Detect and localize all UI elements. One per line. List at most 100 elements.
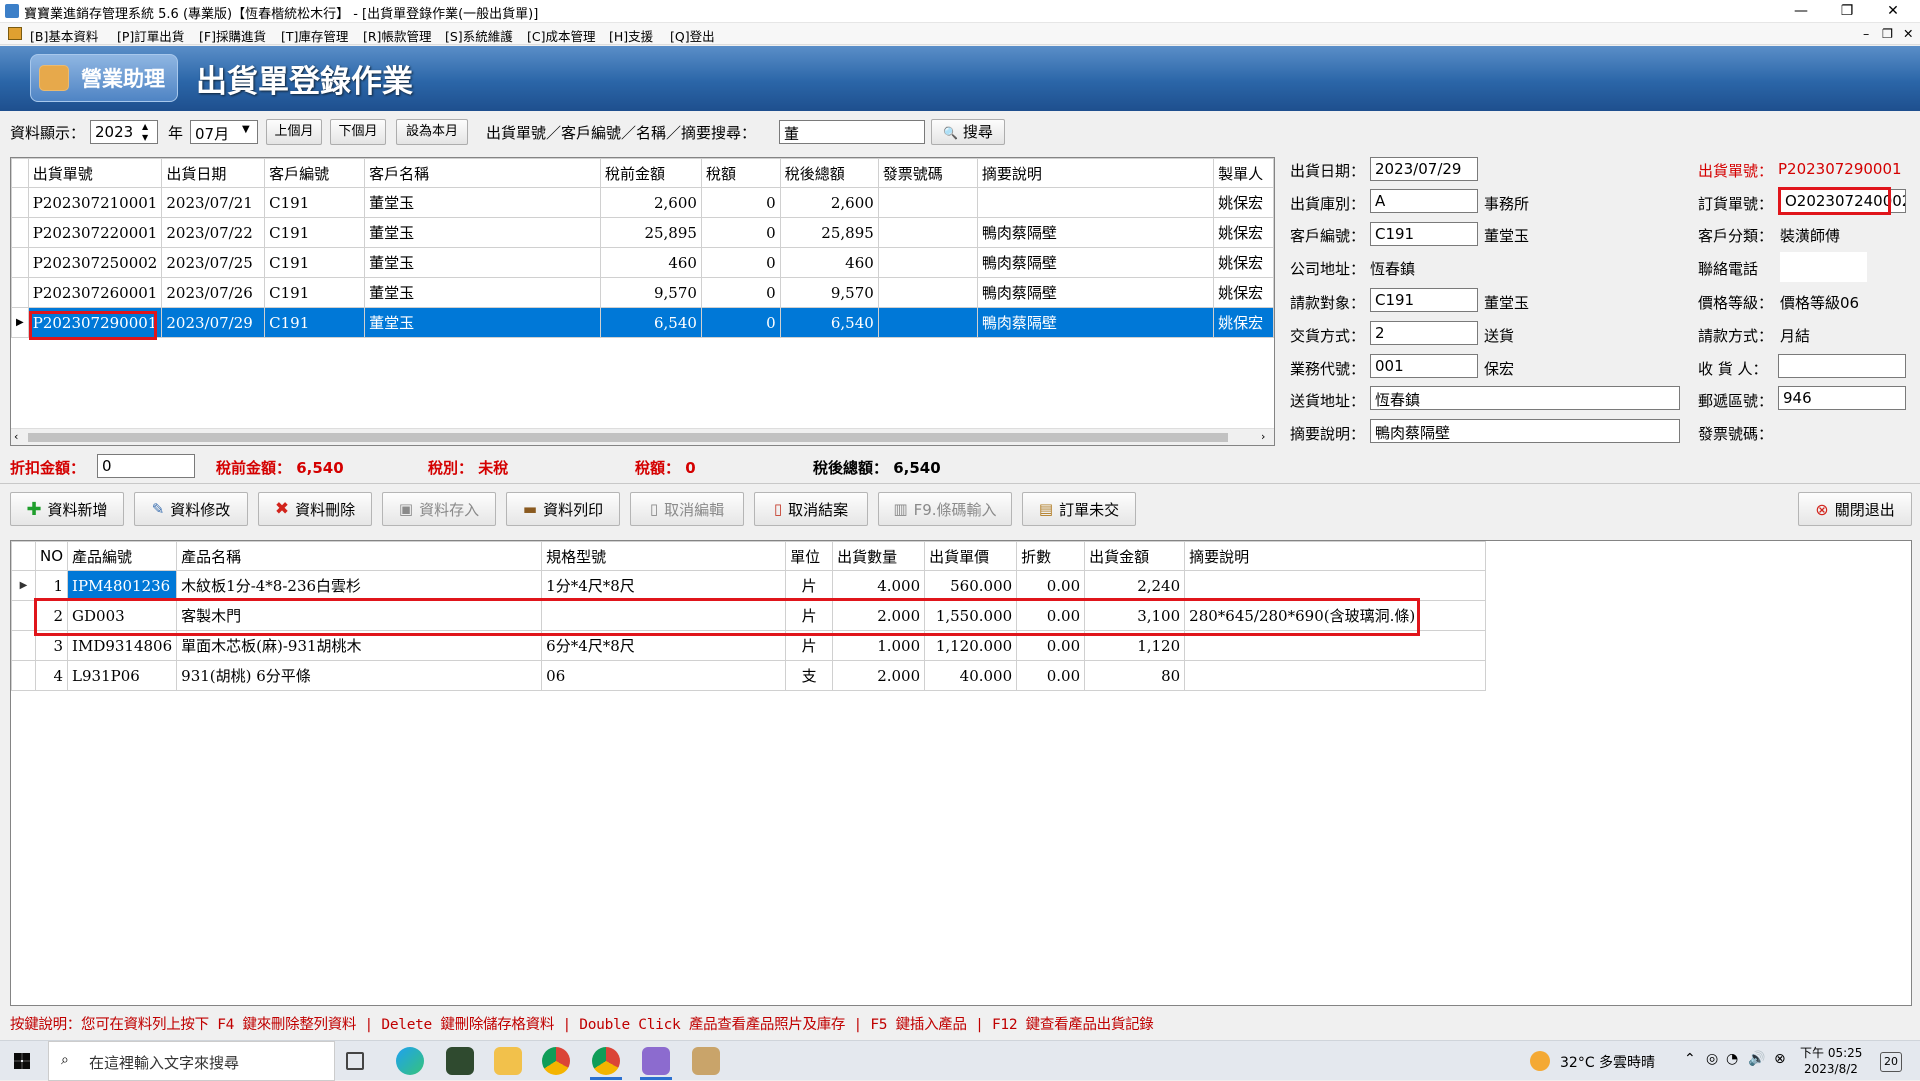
sales-field[interactable]: 001 xyxy=(1370,354,1478,378)
col-product-no[interactable]: 產品編號 xyxy=(67,541,178,571)
col-product-name[interactable]: 產品名稱 xyxy=(176,541,543,571)
spinner-arrows-icon[interactable]: ▲ ▼ xyxy=(142,121,148,143)
minimize-icon[interactable]: — xyxy=(1778,0,1824,22)
tray-volume-icon[interactable]: 🔊 xyxy=(1748,1051,1765,1067)
notification-badge[interactable]: 20 xyxy=(1880,1052,1902,1072)
cell: L931P06 xyxy=(67,660,178,691)
barcode-input-button[interactable]: ▥ F9.條碼輸入 xyxy=(878,492,1012,526)
scroll-thumb[interactable] xyxy=(28,433,1228,442)
edit-record-button[interactable]: ✎ 資料修改 xyxy=(134,492,248,526)
weather-text[interactable]: 32°C 多雲時晴 xyxy=(1560,1052,1655,1072)
col-discount[interactable]: 折數 xyxy=(1016,541,1086,571)
undelivered-orders-button[interactable]: ▤ 訂單未交 xyxy=(1022,492,1136,526)
phone-field[interactable] xyxy=(1780,252,1867,282)
menu-basic[interactable]: [B]基本資料 xyxy=(30,26,98,45)
prev-month-button[interactable]: 上個月 xyxy=(266,119,322,145)
save-record-button[interactable]: ▣ 資料存入 xyxy=(382,492,496,526)
menu-inventory[interactable]: [T]庫存管理 xyxy=(281,26,348,45)
cust-no-field[interactable]: C191 xyxy=(1370,222,1478,246)
erp-app-icon[interactable] xyxy=(642,1047,670,1075)
mdi-close-icon[interactable]: ✕ xyxy=(1903,26,1913,41)
col-creator[interactable]: 製單人 xyxy=(1213,158,1274,188)
clock-date[interactable]: 2023/8/2 xyxy=(1804,1062,1858,1076)
col-item-memo[interactable]: 摘要說明 xyxy=(1184,541,1487,571)
close-exit-button[interactable]: ⊗ 關閉退出 xyxy=(1798,492,1912,526)
orders-grid[interactable]: 出貨單號 出貨日期 客戶編號 客戶名稱 稅前金額 稅額 稅後總額 發票號碼 摘要… xyxy=(10,157,1275,446)
discount-field[interactable]: 0 xyxy=(97,454,195,478)
col-cust-no[interactable]: 客戶編號 xyxy=(264,158,366,188)
menu-accounts[interactable]: [R]帳款管理 xyxy=(363,26,431,45)
bill-to-field[interactable]: C191 xyxy=(1370,288,1478,312)
task-view-icon[interactable] xyxy=(346,1052,364,1070)
ship-address-field[interactable]: 恆春鎮 xyxy=(1370,386,1680,410)
chevron-down-icon[interactable]: ▼ xyxy=(242,124,250,135)
mdi-restore-icon[interactable]: ❐ xyxy=(1882,26,1893,41)
file-explorer-icon[interactable] xyxy=(494,1047,522,1075)
restore-icon[interactable]: ❐ xyxy=(1824,0,1870,22)
cancel-close-button[interactable]: ▯ 取消結案 xyxy=(754,492,868,526)
edge-icon[interactable] xyxy=(396,1047,424,1075)
chrome-icon[interactable] xyxy=(542,1047,570,1075)
table-row[interactable]: P202307260001 2023/07/26 C191 董堂玉 9,570 0 9,57… xyxy=(11,277,1274,308)
col-ship-date[interactable]: 出貨日期 xyxy=(161,158,266,188)
col-no[interactable]: NO xyxy=(34,541,69,571)
col-tax[interactable]: 稅額 xyxy=(700,158,781,188)
memo-field[interactable]: 鴨肉蔡隔壁 xyxy=(1370,419,1680,443)
package-icon[interactable] xyxy=(692,1047,720,1075)
scroll-right-icon[interactable]: › xyxy=(1261,430,1265,443)
horizontal-scrollbar[interactable]: ‹ › xyxy=(11,428,1274,445)
col-pretax[interactable]: 稅前金額 xyxy=(599,158,702,188)
menu-system[interactable]: [S]系統維護 xyxy=(445,26,513,45)
col-unit[interactable]: 單位 xyxy=(785,541,834,571)
zip-field[interactable]: 946 xyxy=(1778,386,1906,410)
chrome-active-icon[interactable] xyxy=(592,1047,620,1075)
this-month-button[interactable]: 設為本月 xyxy=(396,119,468,145)
col-total[interactable]: 稅後總額 xyxy=(779,158,879,188)
search-button[interactable]: 🔍 搜尋 xyxy=(931,119,1005,145)
col-price[interactable]: 出貨單價 xyxy=(924,541,1018,571)
add-record-button[interactable]: ✚ 資料新增 xyxy=(10,492,124,526)
next-month-button[interactable]: 下個月 xyxy=(330,119,386,145)
delete-record-button[interactable]: ✖ 資料刪除 xyxy=(258,492,372,526)
cell: 木紋板1分-4*8-236白雲杉 xyxy=(176,570,543,601)
tray-wifi-icon[interactable]: ◔ xyxy=(1726,1051,1738,1067)
cell-selected[interactable]: IPM4801236 xyxy=(67,570,178,601)
app-green-icon[interactable] xyxy=(446,1047,474,1075)
taskbar-search[interactable]: ⌕ 在這裡輸入文字來搜尋 xyxy=(48,1041,335,1081)
scroll-left-icon[interactable]: ‹ xyxy=(14,430,18,443)
col-ship-no[interactable]: 出貨單號 xyxy=(27,158,163,188)
ship-date-field[interactable]: 2023/07/29 xyxy=(1370,157,1478,181)
mdi-minimize-icon[interactable]: – xyxy=(1863,26,1869,41)
col-cust-name[interactable]: 客戶名稱 xyxy=(364,158,601,188)
col-invoice[interactable]: 發票號碼 xyxy=(877,158,978,188)
warehouse-field[interactable]: A xyxy=(1370,189,1478,213)
table-row[interactable]: P202307250002 2023/07/25 C191 董堂玉 460 0 460 鴨肉蔡… xyxy=(11,247,1274,278)
col-amount[interactable]: 出貨金額 xyxy=(1084,541,1186,571)
clock-time[interactable]: 下午 05:25 xyxy=(1800,1044,1862,1061)
table-row[interactable]: 4 L931P06 931(胡桃) 6分平條 06 支 2.000 40.000 0.00 80 xyxy=(11,660,1487,691)
print-record-button[interactable]: ▬ 資料列印 xyxy=(506,492,620,526)
table-row[interactable]: P202307210001 2023/07/21 C191 董堂玉 2,600 0 2,60… xyxy=(11,187,1274,218)
menu-logout[interactable]: [Q]登出 xyxy=(670,26,715,45)
col-qty[interactable]: 出貨數量 xyxy=(832,541,926,571)
menu-help[interactable]: [H]支援 xyxy=(609,26,653,45)
menu-order[interactable]: [P]訂單出貨 xyxy=(117,26,184,45)
tray-network-icon[interactable]: ◎ xyxy=(1706,1051,1718,1067)
cancel-edit-button[interactable]: ▯ 取消編輯 xyxy=(630,492,744,526)
search-input[interactable]: 董 xyxy=(779,120,925,144)
table-row[interactable]: ▶ 1 IPM4801236 木紋板1分-4*8-236白雲杉 1分*4尺*8尺片… xyxy=(11,570,1487,601)
tray-input-icon[interactable]: ⊗ xyxy=(1774,1051,1786,1067)
col-memo[interactable]: 摘要說明 xyxy=(976,158,1215,188)
header-banner: 營業助理 出貨單登錄作業 xyxy=(0,46,1920,111)
menu-cost[interactable]: [C]成本管理 xyxy=(527,26,595,45)
pay-method-label: 請款方式： xyxy=(1698,327,1774,345)
delivery-field[interactable]: 2 xyxy=(1370,321,1478,345)
table-row[interactable]: P202307220001 2023/07/22 C191 董堂玉 25,895 0 25,… xyxy=(11,217,1274,248)
tray-chevron-icon[interactable]: ⌃ xyxy=(1684,1051,1696,1067)
receiver-field[interactable] xyxy=(1778,354,1906,378)
close-icon[interactable]: ✕ xyxy=(1870,0,1916,22)
windows-start-icon[interactable] xyxy=(14,1053,30,1069)
menu-purchase[interactable]: [F]採購進貨 xyxy=(199,26,266,45)
col-spec[interactable]: 規格型號 xyxy=(541,541,787,571)
table-row-selected[interactable]: ▶ P202307290001 2023/07/29 C191 董堂玉 6,540 0 6,… xyxy=(11,307,1274,338)
